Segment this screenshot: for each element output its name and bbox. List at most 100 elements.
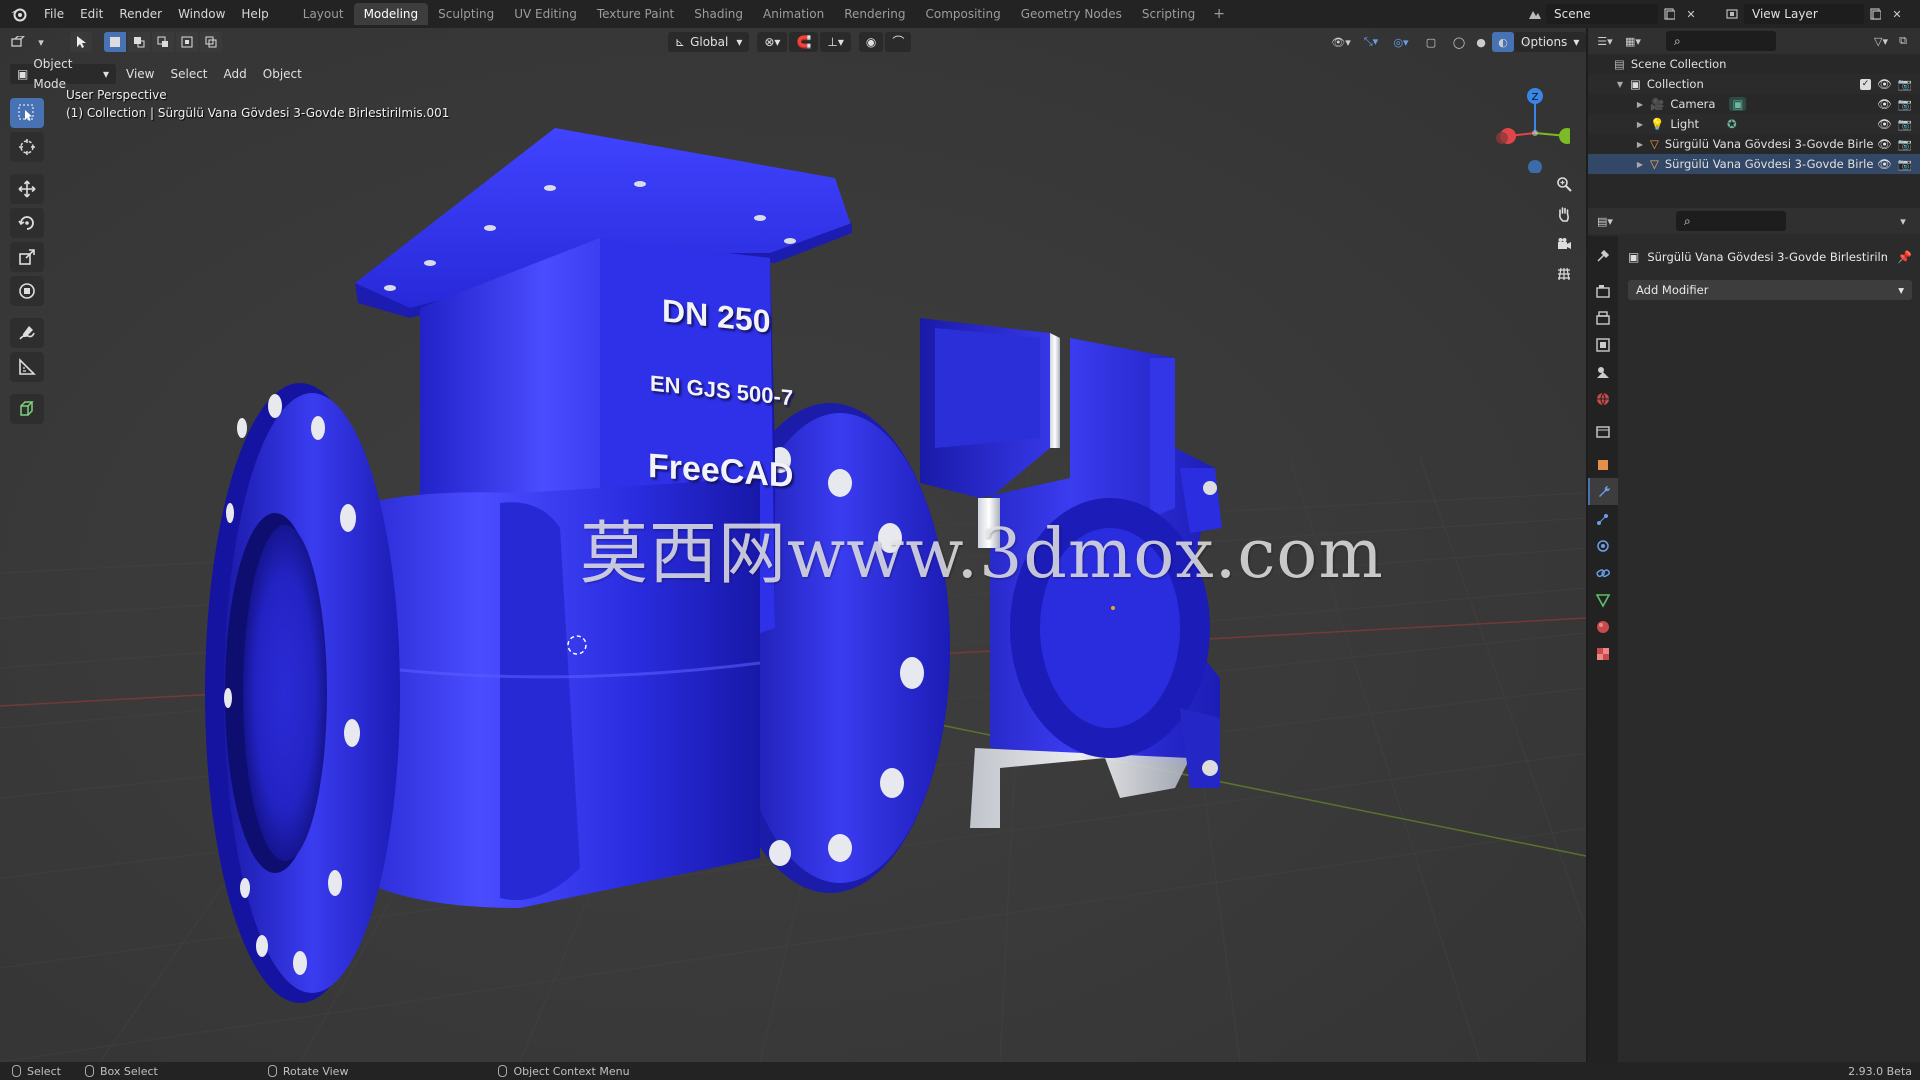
expand-arrow-icon[interactable]: ▼ xyxy=(1614,80,1626,89)
render-camera-icon[interactable]: 📷 xyxy=(1898,77,1912,91)
tab-sculpting[interactable]: Sculpting xyxy=(428,3,504,25)
add-cube-tool-icon[interactable] xyxy=(10,394,44,424)
outliner-search-input[interactable]: ⌕ xyxy=(1666,31,1776,51)
xray-icon[interactable]: ▢ xyxy=(1420,32,1442,52)
select-subtract-icon[interactable] xyxy=(152,32,174,52)
blender-logo-icon[interactable] xyxy=(8,3,30,25)
tab-modeling[interactable]: Modeling xyxy=(353,3,429,25)
view-layer-icon[interactable] xyxy=(1722,4,1744,24)
eye-icon[interactable]: 👁 xyxy=(1877,137,1892,151)
zoom-icon[interactable] xyxy=(1551,171,1577,197)
scale-tool-icon[interactable] xyxy=(10,242,44,272)
rotate-tool-icon[interactable] xyxy=(10,208,44,238)
menu-window[interactable]: Window xyxy=(170,3,233,25)
physics-tab-icon[interactable] xyxy=(1588,532,1618,559)
camera-data-icon[interactable]: ▣ xyxy=(1729,97,1747,111)
menu-edit[interactable]: Edit xyxy=(72,3,111,25)
expand-arrow-icon[interactable]: ▶ xyxy=(1634,160,1646,169)
chevron-down-icon[interactable]: ▾ xyxy=(1892,211,1914,231)
filter-icon[interactable]: ▽▾ xyxy=(1870,31,1892,51)
material-tab-icon[interactable] xyxy=(1588,613,1618,640)
tool-tab-icon[interactable] xyxy=(1588,242,1618,269)
perspective-toggle-icon[interactable] xyxy=(1551,261,1577,287)
expand-arrow-icon[interactable]: ▶ xyxy=(1634,140,1646,149)
tab-geometry-nodes[interactable]: Geometry Nodes xyxy=(1011,3,1132,25)
annotate-tool-icon[interactable] xyxy=(10,318,44,348)
valve-front-flange[interactable] xyxy=(205,383,400,1003)
editor-type-icon[interactable] xyxy=(8,32,30,52)
material-preview-icon[interactable]: ◐ xyxy=(1492,32,1514,52)
pivot-point-icon[interactable]: ⊗▾ xyxy=(757,32,788,52)
scene-name-field[interactable]: Scene xyxy=(1546,4,1658,24)
render-camera-icon[interactable]: 📷 xyxy=(1898,137,1912,151)
render-tab-icon[interactable] xyxy=(1588,277,1618,304)
tab-texture-paint[interactable]: Texture Paint xyxy=(587,3,684,25)
falloff-icon[interactable]: ⌒ xyxy=(885,32,912,52)
camera-view-icon[interactable] xyxy=(1551,231,1577,257)
expand-arrow-icon[interactable]: ▶ xyxy=(1634,100,1646,109)
menu-help[interactable]: Help xyxy=(233,3,276,25)
eye-icon[interactable]: 👁 xyxy=(1877,97,1892,111)
tab-compositing[interactable]: Compositing xyxy=(915,3,1010,25)
select-extend-icon[interactable] xyxy=(128,32,150,52)
cursor-tool-icon[interactable] xyxy=(10,132,44,162)
outliner-row-mesh-2[interactable]: ▶ ▽ Sürgülü Vana Gövdesi 3-Govde Birle 👁… xyxy=(1588,154,1920,174)
outliner-row-collection[interactable]: ▼ ▣ Collection ✓ 👁 📷 xyxy=(1588,74,1920,94)
snap-target-icon[interactable]: ⊥▾ xyxy=(820,32,851,52)
visibility-icon[interactable]: 👁▾ xyxy=(1330,32,1352,52)
add-modifier-dropdown[interactable]: Add Modifier ▾ xyxy=(1628,280,1912,300)
proportional-edit-icon[interactable]: ◉ xyxy=(858,32,884,52)
solid-shading-icon[interactable]: ● xyxy=(1470,32,1492,52)
scene-icon[interactable] xyxy=(1524,4,1546,24)
expand-arrow-icon[interactable]: ▶ xyxy=(1634,120,1646,129)
modifier-tab-icon[interactable] xyxy=(1588,478,1618,505)
light-data-icon[interactable]: ✪ xyxy=(1727,117,1737,131)
render-camera-icon[interactable]: 📷 xyxy=(1898,157,1912,171)
transform-orientation-dropdown[interactable]: ⊾ Global ▾ xyxy=(668,32,750,52)
3d-viewport[interactable]: DN 250 EN GJS 500-7 FreeCAD 莫西网www.3dmox… xyxy=(0,28,1586,1062)
output-tab-icon[interactable] xyxy=(1588,304,1618,331)
tab-animation[interactable]: Animation xyxy=(753,3,834,25)
close-icon[interactable]: ✕ xyxy=(1886,4,1908,24)
tab-shading[interactable]: Shading xyxy=(684,3,753,25)
tab-scripting[interactable]: Scripting xyxy=(1132,3,1205,25)
menu-add[interactable]: Add xyxy=(216,64,255,84)
render-camera-icon[interactable]: 📷 xyxy=(1898,97,1912,111)
select-intersect-icon[interactable] xyxy=(200,32,222,52)
view-layer-field[interactable]: View Layer xyxy=(1744,4,1864,24)
tab-rendering[interactable]: Rendering xyxy=(834,3,915,25)
outliner-row-mesh-1[interactable]: ▶ ▽ Sürgülü Vana Gövdesi 3-Govde Birle 👁… xyxy=(1588,134,1920,154)
world-tab-icon[interactable] xyxy=(1588,385,1618,412)
scene-tab-icon[interactable] xyxy=(1588,358,1618,385)
pin-icon[interactable]: 📌 xyxy=(1897,250,1912,264)
mode-dropdown[interactable]: ▣ Object Mode ▾ xyxy=(10,57,116,91)
gizmo-icon[interactable]: ⤡▾ xyxy=(1360,32,1382,52)
options-dropdown[interactable]: Options ▾ xyxy=(1514,32,1586,52)
new-collection-icon[interactable]: ⧉ xyxy=(1892,31,1914,51)
menu-select[interactable]: Select xyxy=(162,64,215,84)
overlays-icon[interactable]: ◎▾ xyxy=(1390,32,1412,52)
particles-tab-icon[interactable] xyxy=(1588,505,1618,532)
navigation-gizmo[interactable]: Z xyxy=(1490,83,1570,173)
display-mode-icon[interactable]: ▦▾ xyxy=(1622,31,1644,51)
outliner-editor-icon[interactable]: ☰▾ xyxy=(1594,31,1616,51)
properties-search-input[interactable]: ⌕ xyxy=(1676,211,1786,231)
pan-hand-icon[interactable] xyxy=(1551,201,1577,227)
menu-file[interactable]: File xyxy=(36,3,72,25)
tab-layout[interactable]: Layout xyxy=(293,3,354,25)
new-view-layer-icon[interactable] xyxy=(1864,4,1886,24)
texture-tab-icon[interactable] xyxy=(1588,640,1618,667)
exclude-checkbox[interactable]: ✓ xyxy=(1860,78,1872,90)
snap-icon[interactable]: 🧲 xyxy=(789,32,819,52)
collection-tab-icon[interactable] xyxy=(1588,418,1618,445)
outliner-row-light[interactable]: ▶ 💡 Light ✪ 👁 📷 xyxy=(1588,114,1920,134)
add-workspace-button[interactable]: + xyxy=(1205,6,1233,22)
properties-editor-icon[interactable]: ▤▾ xyxy=(1594,211,1616,231)
select-invert-icon[interactable] xyxy=(176,32,198,52)
constraints-tab-icon[interactable] xyxy=(1588,559,1618,586)
close-icon[interactable]: ✕ xyxy=(1680,4,1702,24)
wireframe-shading-icon[interactable]: ◯ xyxy=(1448,32,1470,52)
data-tab-icon[interactable] xyxy=(1588,586,1618,613)
object-tab-icon[interactable] xyxy=(1588,451,1618,478)
eye-icon[interactable]: 👁 xyxy=(1877,157,1892,171)
